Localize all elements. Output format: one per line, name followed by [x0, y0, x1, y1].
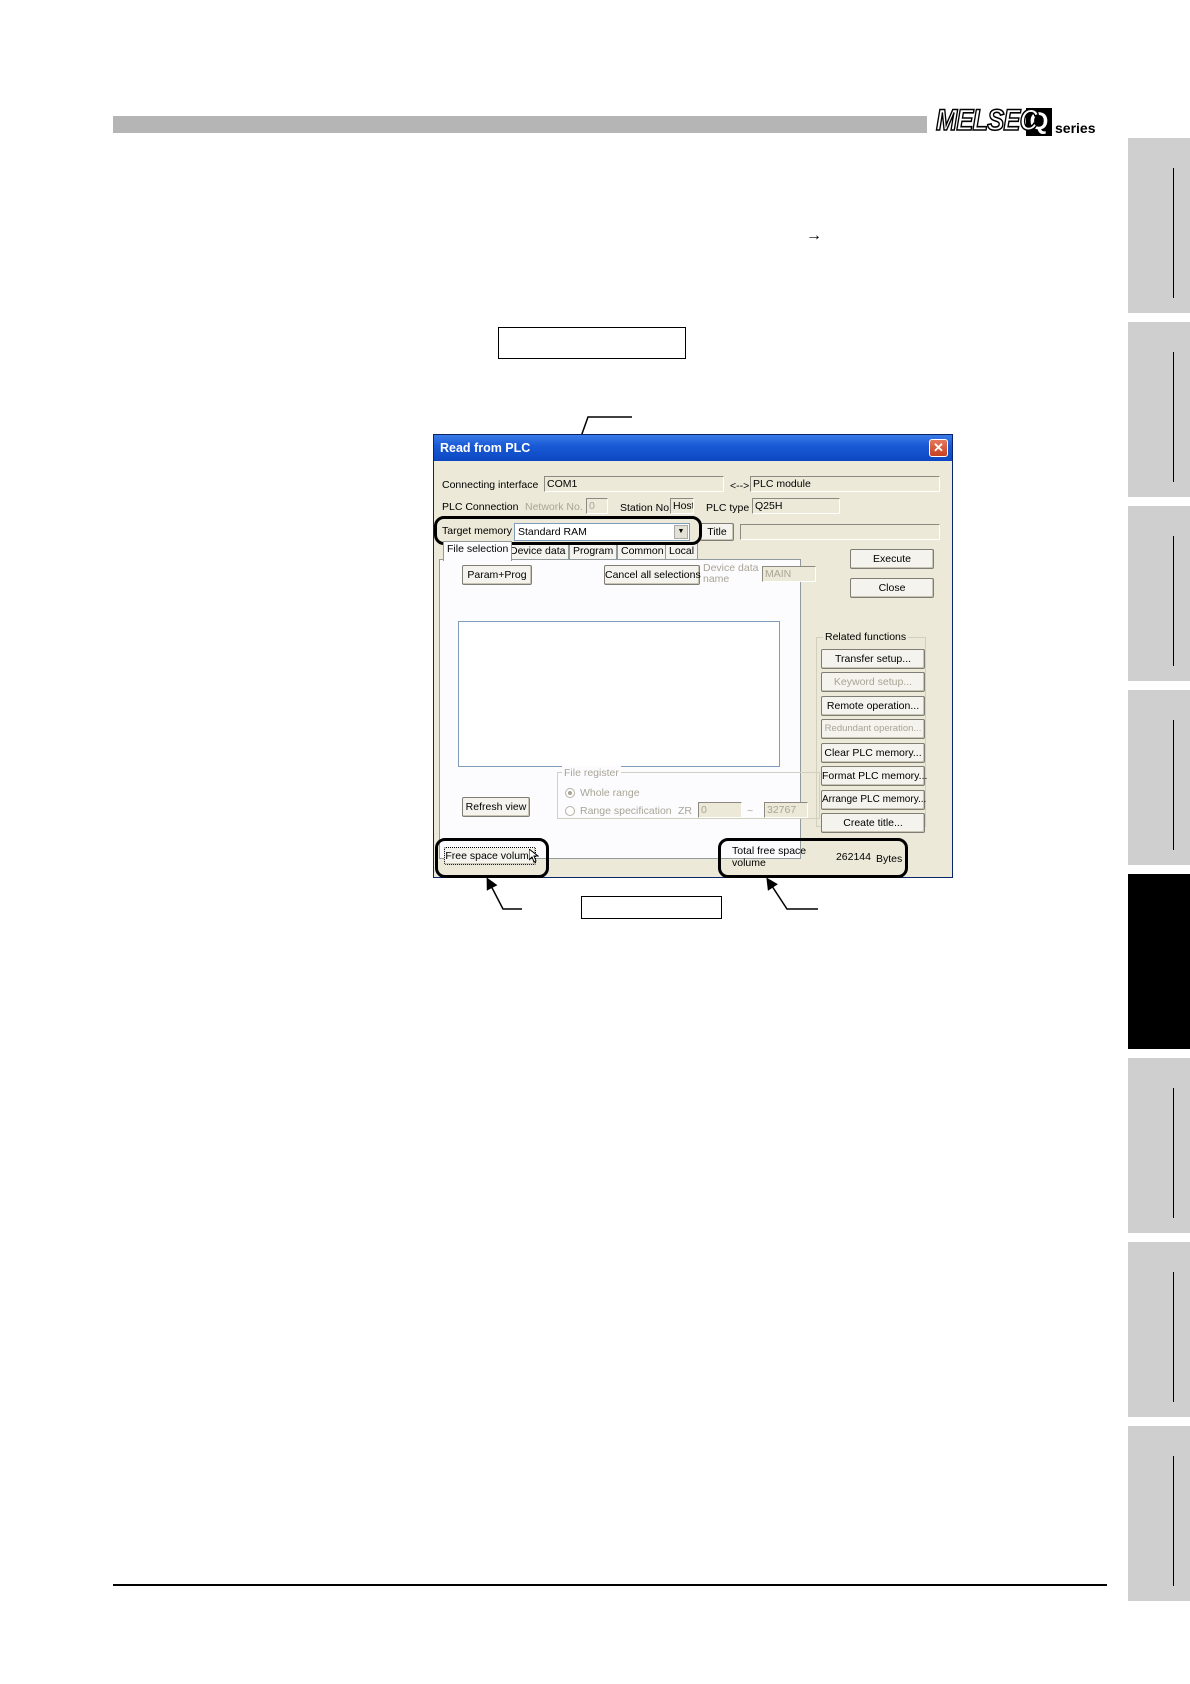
tab-device-data[interactable]: Device data: [506, 543, 570, 560]
close-icon[interactable]: ✕: [929, 439, 948, 457]
total-free-space-highlight: [718, 838, 908, 878]
keyword-setup-button[interactable]: Keyword setup...: [821, 672, 925, 692]
station-no-label: Station No.: [620, 502, 672, 514]
network-no-field: 0: [586, 498, 608, 514]
refresh-view-button[interactable]: Refresh view: [462, 797, 530, 817]
link-symbol: <-->: [730, 480, 750, 492]
execute-button[interactable]: Execute: [850, 549, 934, 569]
file-register-legend: File register: [562, 766, 621, 780]
transfer-setup-button[interactable]: Transfer setup...: [821, 649, 925, 669]
whole-range-label: Whole range: [580, 787, 640, 799]
tab-common[interactable]: Common: [617, 543, 668, 560]
network-no-label: Network No.: [525, 501, 583, 513]
plc-type-field: Q25H: [752, 498, 840, 514]
read-from-plc-dialog: Read from PLC ✕ Connecting interface COM…: [433, 434, 953, 878]
cancel-all-selections-button[interactable]: Cancel all selections: [604, 565, 701, 585]
tab-file-selection[interactable]: File selection: [443, 541, 513, 561]
format-plc-memory-button[interactable]: Format PLC memory...: [821, 766, 927, 786]
station-no-field: Host: [670, 498, 694, 514]
redundant-operation-button[interactable]: Redundant operation...: [821, 719, 925, 739]
range-from-field[interactable]: 0: [698, 802, 742, 818]
range-to-field[interactable]: 32767: [764, 802, 808, 818]
device-data-name-field: MAIN: [762, 566, 816, 582]
tab-program[interactable]: Program: [569, 543, 618, 560]
tab-local[interactable]: Local: [665, 543, 699, 560]
related-functions-legend: Related functions: [823, 630, 909, 644]
clear-plc-memory-button[interactable]: Clear PLC memory...: [821, 743, 925, 763]
callout-arrow-total-free: [766, 877, 818, 910]
dialog-titlebar[interactable]: Read from PLC: [434, 435, 952, 461]
zr-label: ZR: [678, 805, 692, 817]
param-prog-button[interactable]: Param+Prog: [462, 565, 532, 585]
range-tilde: ~: [747, 805, 754, 817]
range-specification-radio[interactable]: [565, 806, 575, 816]
whole-range-radio[interactable]: [565, 788, 575, 798]
plc-module-field: PLC module: [750, 476, 940, 492]
callout-arrow-free-space: [486, 877, 522, 910]
file-list[interactable]: [458, 621, 780, 767]
connecting-interface-label: Connecting interface: [442, 479, 539, 491]
close-button[interactable]: Close: [850, 578, 934, 598]
arrange-plc-memory-button[interactable]: Arrange PLC memory...: [821, 790, 926, 810]
connecting-interface-field: COM1: [544, 476, 724, 492]
remote-operation-button[interactable]: Remote operation...: [821, 696, 925, 716]
device-data-name-label: Device data name: [703, 562, 759, 585]
plc-type-label: PLC type: [706, 502, 750, 514]
free-space-highlight: [435, 838, 549, 878]
title-button[interactable]: Title: [700, 523, 734, 541]
plc-connection-label: PLC Connection: [442, 501, 519, 513]
range-specification-label: Range specification: [580, 805, 672, 817]
create-title-button[interactable]: Create title...: [821, 813, 925, 833]
title-field: [740, 524, 940, 540]
